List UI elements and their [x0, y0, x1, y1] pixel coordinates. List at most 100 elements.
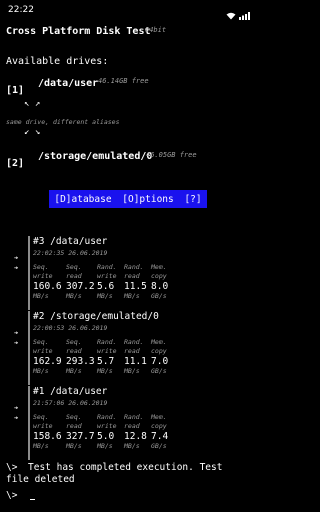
result-unit: MB/s: [97, 442, 113, 450]
col-header: copy: [151, 422, 167, 430]
result-value: 12.8: [124, 431, 147, 442]
drive-path[interactable]: /data/user: [38, 78, 98, 89]
result-unit: MB/s: [66, 367, 82, 375]
console-input-line[interactable]: \>: [6, 490, 250, 502]
col-header: read: [124, 422, 140, 430]
arrow-right-icon: ➔: [14, 414, 19, 422]
col-header: Mem.: [151, 263, 167, 271]
result-value: 11.1: [124, 356, 147, 367]
col-header: read: [66, 347, 82, 355]
result-unit: MB/s: [33, 442, 49, 450]
arrow-right-icon: ➔: [14, 339, 19, 347]
result-unit: MB/s: [33, 292, 49, 300]
result-unit: MB/s: [124, 367, 140, 375]
alias-arrows-bottom: ↙ ↘: [24, 127, 41, 137]
card-bar: [28, 386, 30, 460]
drive-free-space: 46.05GB free: [146, 151, 197, 159]
result-value: 5.6: [97, 281, 115, 292]
col-header: write: [33, 272, 53, 280]
arrow-right-icon: ➔: [14, 254, 19, 262]
col-header: write: [97, 347, 117, 355]
alias-note: same drive, different aliases: [6, 118, 120, 126]
cursor-icon: [30, 499, 35, 500]
col-header: Rand.: [97, 338, 117, 346]
col-header: copy: [151, 272, 167, 280]
drive-path[interactable]: /storage/emulated/0: [38, 151, 152, 162]
result-value: 162.9: [33, 356, 62, 367]
disk-test-screen: 22:22 Cross Platform Disk Test 64bit Ava…: [0, 0, 256, 512]
result-timestamp: 22:02:35 26.06.2019: [33, 249, 108, 257]
result-value: 307.2: [66, 281, 95, 292]
result-value: 7.0: [151, 356, 169, 367]
col-header: copy: [151, 347, 167, 355]
console-prompt: \>: [6, 462, 18, 473]
col-header: read: [66, 422, 82, 430]
col-header: write: [33, 347, 53, 355]
arrow-right-icon: ➔: [14, 404, 19, 412]
help-menu-button[interactable]: [?]: [182, 194, 203, 205]
wifi-icon: [226, 5, 236, 24]
result-unit: MB/s: [97, 367, 113, 375]
col-header: Mem.: [151, 338, 167, 346]
col-header: write: [97, 272, 117, 280]
options-menu-button[interactable]: [O]ptions: [120, 194, 175, 205]
result-value: 160.6: [33, 281, 62, 292]
col-header: read: [124, 272, 140, 280]
alias-arrows-top: ↖ ↗: [24, 99, 41, 109]
col-header: read: [66, 272, 82, 280]
menu-bar: [D]atabase [O]ptions [?]: [49, 190, 207, 208]
console-message: Test has completed execution. Test file …: [6, 462, 223, 485]
arrow-right-icon: ➔: [14, 264, 19, 272]
col-header: Rand.: [124, 413, 144, 421]
console-prompt: \>: [6, 490, 18, 501]
col-header: Seq.: [33, 413, 49, 421]
drive-free-space: 46.14GB free: [98, 77, 149, 85]
col-header: Rand.: [124, 263, 144, 271]
result-unit: MB/s: [124, 292, 140, 300]
result-value: 11.5: [124, 281, 147, 292]
col-header: Seq.: [33, 263, 49, 271]
card-bar: [28, 236, 30, 310]
result-value: 5.0: [97, 431, 115, 442]
col-header: Rand.: [97, 413, 117, 421]
arrow-right-icon: ➔: [14, 329, 19, 337]
result-unit: MB/s: [66, 292, 82, 300]
result-value: 8.0: [151, 281, 169, 292]
status-time: 22:22: [8, 5, 34, 15]
result-card-3[interactable]: ➔ ➔ #3 /data/user 22:02:35 26.06.2019 Se…: [14, 236, 246, 312]
result-card-1[interactable]: ➔ ➔ #1 /data/user 21:57:06 26.06.2019 Se…: [14, 386, 246, 462]
result-card-2[interactable]: ➔ ➔ #2 /storage/emulated/0 22:00:53 26.0…: [14, 311, 246, 387]
result-unit: MB/s: [66, 442, 82, 450]
col-header: Seq.: [66, 338, 82, 346]
result-unit: MB/s: [124, 442, 140, 450]
result-timestamp: 21:57:06 26.06.2019: [33, 399, 108, 407]
database-menu-button[interactable]: [D]atabase: [52, 194, 113, 205]
result-timestamp: 22:00:53 26.06.2019: [33, 324, 108, 332]
card-bar: [28, 311, 30, 385]
result-title: #3 /data/user: [33, 236, 108, 247]
drive-index: [1]: [6, 85, 25, 96]
result-title: #2 /storage/emulated/0: [33, 311, 159, 322]
col-header: Mem.: [151, 413, 167, 421]
drive-item-1[interactable]: [1]: [6, 78, 24, 97]
result-unit: MB/s: [97, 292, 113, 300]
col-header: write: [97, 422, 117, 430]
col-header: Rand.: [97, 263, 117, 271]
result-value: 327.7: [66, 431, 95, 442]
col-header: Seq.: [33, 338, 49, 346]
result-unit: GB/s: [151, 292, 167, 300]
result-unit: GB/s: [151, 367, 167, 375]
app-title: Cross Platform Disk Test: [6, 26, 151, 37]
result-value: 5.7: [97, 356, 115, 367]
app-architecture: 64bit: [145, 26, 167, 34]
result-unit: MB/s: [33, 367, 49, 375]
col-header: read: [124, 347, 140, 355]
col-header: Seq.: [66, 413, 82, 421]
available-drives-label: Available drives:: [6, 56, 109, 67]
drive-item-2[interactable]: [2]: [6, 151, 24, 170]
result-value: 158.6: [33, 431, 62, 442]
col-header: Seq.: [66, 263, 82, 271]
col-header: Rand.: [124, 338, 144, 346]
result-title: #1 /data/user: [33, 386, 108, 397]
console-message-line: \> Test has completed execution. Test fil…: [6, 462, 250, 486]
